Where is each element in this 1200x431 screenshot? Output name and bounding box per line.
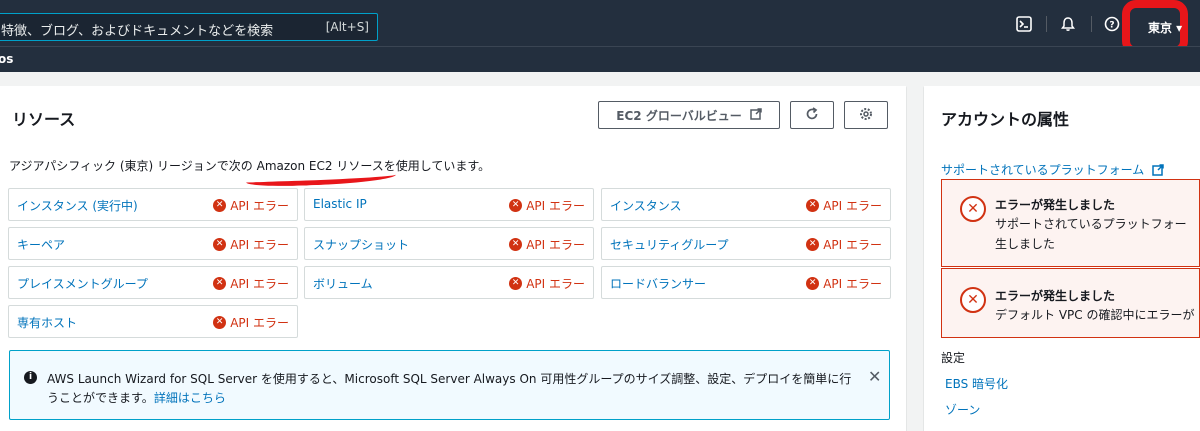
resource-card: プレイスメントグループ ✕ API エラー	[8, 266, 298, 299]
resource-card: セキュリティグループ ✕ API エラー	[601, 227, 891, 260]
resource-link[interactable]: セキュリティグループ	[610, 236, 729, 253]
api-error[interactable]: ✕ API エラー	[806, 197, 882, 214]
error-icon: ✕	[509, 277, 523, 290]
api-error[interactable]: ✕ API エラー	[213, 275, 289, 292]
api-error-label: API エラー	[230, 277, 289, 291]
svg-text:?: ?	[1109, 21, 1114, 31]
settings-label: 設定	[941, 351, 966, 365]
api-error[interactable]: ✕ API エラー	[806, 275, 882, 292]
resource-card: Elastic IP ✕ API エラー	[304, 188, 594, 221]
service-bar-label[interactable]: os	[0, 52, 13, 66]
alert-message-2: 生しました	[995, 237, 1056, 251]
api-error-label: API エラー	[526, 238, 585, 252]
ebs-encryption-link[interactable]: EBS 暗号化	[945, 375, 1008, 392]
region-selector[interactable]: 東京 ▾	[1148, 19, 1182, 36]
resource-card: インスタンス ✕ API エラー	[601, 188, 891, 221]
cloudshell-icon[interactable]	[1016, 16, 1032, 32]
api-error-label: API エラー	[823, 199, 882, 213]
error-icon: ✕	[509, 199, 523, 212]
close-icon[interactable]: ✕	[868, 367, 881, 386]
supported-platforms-label: サポートされているプラットフォーム	[941, 163, 1145, 177]
alert-message: サポートされているプラットフォー	[995, 217, 1187, 231]
resource-link[interactable]: スナップショット	[313, 236, 409, 253]
resource-link[interactable]: Elastic IP	[313, 197, 367, 211]
error-icon: ✕	[509, 238, 523, 251]
settings-button[interactable]	[844, 101, 888, 129]
api-error-label: API エラー	[230, 316, 289, 330]
resource-link[interactable]: キーペア	[17, 236, 65, 253]
error-icon: ✕	[213, 316, 227, 329]
api-error-label: API エラー	[823, 238, 882, 252]
resource-card: ボリューム ✕ API エラー	[304, 266, 594, 299]
resource-card: キーペア ✕ API エラー	[8, 227, 298, 260]
api-error[interactable]: ✕ API エラー	[213, 197, 289, 214]
api-error[interactable]: ✕ API エラー	[509, 236, 585, 253]
external-link-icon	[749, 107, 762, 123]
refresh-icon	[805, 106, 819, 124]
help-icon[interactable]: ?	[1104, 16, 1120, 32]
learn-more-link[interactable]: 詳細はこちら	[154, 391, 226, 405]
info-text-2: うことができます。詳細はこちら	[47, 389, 226, 406]
bell-icon[interactable]	[1060, 16, 1076, 32]
info-text-2-body: うことができます。	[47, 391, 154, 405]
external-link-icon	[1152, 164, 1164, 176]
resource-link[interactable]: ボリューム	[313, 275, 373, 292]
resource-link[interactable]: プレイスメントグループ	[17, 275, 148, 292]
api-error-label: API エラー	[526, 199, 585, 213]
api-error-label: API エラー	[230, 238, 289, 252]
api-error[interactable]: ✕ API エラー	[509, 197, 585, 214]
search-placeholder: 特徴、ブログ、およびドキュメントなどを検索	[1, 24, 274, 39]
error-icon: ✕	[213, 238, 227, 251]
resource-link[interactable]: インスタンス	[610, 197, 682, 214]
resource-link[interactable]: インスタンス (実行中)	[17, 197, 138, 214]
api-error-label: API エラー	[526, 277, 585, 291]
resource-card: ロードバランサー ✕ API エラー	[601, 266, 891, 299]
divider	[1046, 16, 1047, 32]
supported-platforms-link[interactable]: サポートされているプラットフォーム	[941, 161, 1164, 178]
error-icon: ✕	[806, 238, 820, 251]
account-title: アカウントの属性	[941, 110, 1070, 129]
resource-link[interactable]: 専有ホスト	[17, 314, 77, 331]
global-view-button[interactable]: EC2 グローバルビュー	[598, 101, 780, 129]
api-error[interactable]: ✕ API エラー	[806, 236, 882, 253]
api-error[interactable]: ✕ API エラー	[213, 314, 289, 331]
error-icon: ✕	[960, 287, 986, 313]
resource-card: インスタンス (実行中) ✕ API エラー	[8, 188, 298, 221]
api-error[interactable]: ✕ API エラー	[509, 275, 585, 292]
api-error-label: API エラー	[823, 277, 882, 291]
api-error-label: API エラー	[230, 199, 289, 213]
error-alert: ✕ エラーが発生しました デフォルト VPC の確認中にエラーが	[941, 268, 1200, 338]
error-icon: ✕	[806, 277, 820, 290]
search-shortcut: [Alt+S]	[325, 20, 369, 34]
alert-message: デフォルト VPC の確認中にエラーが	[995, 308, 1195, 322]
resources-description: アジアパシフィック (東京) リージョンで次の Amazon EC2 リソースを…	[9, 159, 491, 173]
zones-link[interactable]: ゾーン	[945, 401, 980, 418]
search-input[interactable]: 特徴、ブログ、およびドキュメントなどを検索 [Alt+S]	[0, 13, 378, 41]
info-text: AWS Launch Wizard for SQL Server を使用すると、…	[47, 372, 852, 386]
error-icon: ✕	[213, 277, 227, 290]
error-icon: ✕	[960, 196, 986, 222]
api-error[interactable]: ✕ API エラー	[213, 236, 289, 253]
service-bar: os	[0, 46, 1200, 72]
alert-title: エラーが発生しました	[995, 198, 1116, 212]
info-banner: i AWS Launch Wizard for SQL Server を使用する…	[9, 350, 890, 420]
resources-title: リソース	[12, 110, 76, 129]
error-icon: ✕	[213, 199, 227, 212]
global-view-label: EC2 グローバルビュー	[616, 108, 742, 123]
resource-card: 専有ホスト ✕ API エラー	[8, 305, 298, 338]
gear-icon	[859, 107, 873, 124]
alert-title: エラーが発生しました	[995, 289, 1116, 303]
error-icon: ✕	[806, 199, 820, 212]
refresh-button[interactable]	[790, 101, 834, 129]
resource-link[interactable]: ロードバランサー	[610, 275, 706, 292]
info-icon: i	[24, 371, 37, 384]
divider	[1091, 16, 1092, 32]
error-alert: ✕ エラーが発生しました サポートされているプラットフォー 生しました	[941, 179, 1200, 267]
resource-card: スナップショット ✕ API エラー	[304, 227, 594, 260]
